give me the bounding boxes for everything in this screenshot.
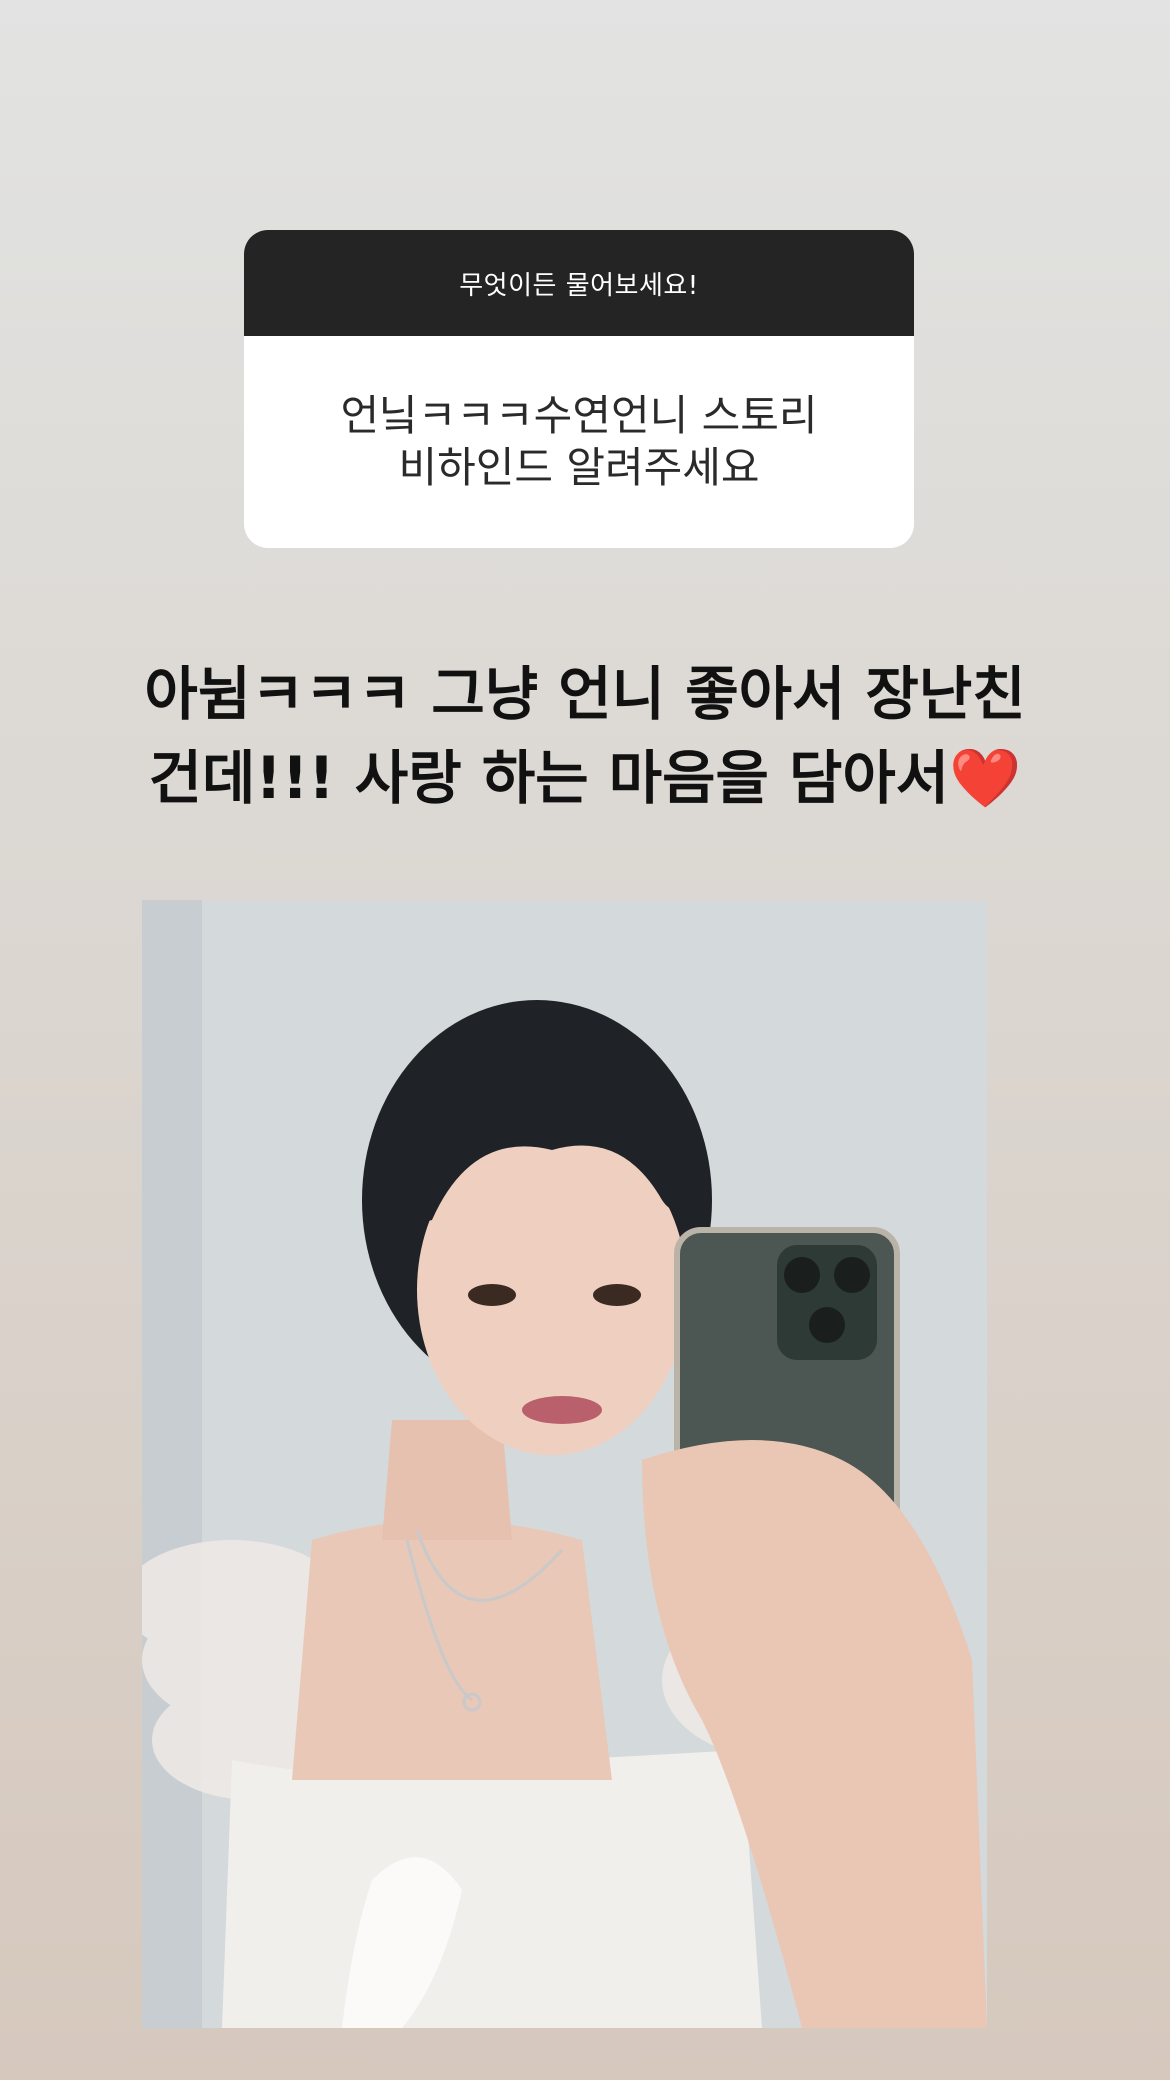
reply-caption: 아뉨ㅋㅋㅋ 그냥 언니 좋아서 장난친 건데!!! 사랑 하는 마음을 담아서❤… bbox=[60, 652, 1110, 820]
question-line: 비하인드 알려주세요 bbox=[398, 443, 760, 492]
heart-emoji-icon: ❤️ bbox=[949, 744, 1022, 812]
question-text: 언닠ㅋㅋㅋ수연언니 스토리 비하인드 알려주세요 bbox=[244, 336, 914, 548]
reply-line: 아뉨ㅋㅋㅋ 그냥 언니 좋아서 장난친 bbox=[144, 660, 1026, 728]
selfie-photo-illustration bbox=[142, 900, 987, 2028]
story-canvas: 무엇이든 물어보세요! 언닠ㅋㅋㅋ수연언니 스토리 비하인드 알려주세요 아뉨ㅋ… bbox=[0, 0, 1170, 2080]
question-prompt: 무엇이든 물어보세요! bbox=[244, 230, 914, 336]
question-sticker[interactable]: 무엇이든 물어보세요! 언닠ㅋㅋㅋ수연언니 스토리 비하인드 알려주세요 bbox=[244, 230, 914, 548]
reply-line-2: 건데!!! 사랑 하는 마음을 담아서❤️ bbox=[60, 736, 1110, 820]
question-line: 언닠ㅋㅋㅋ수연언니 스토리 bbox=[340, 391, 818, 440]
selfie-photo bbox=[142, 900, 987, 2028]
reply-line-text: 건데!!! 사랑 하는 마음을 담아서 bbox=[148, 744, 950, 812]
